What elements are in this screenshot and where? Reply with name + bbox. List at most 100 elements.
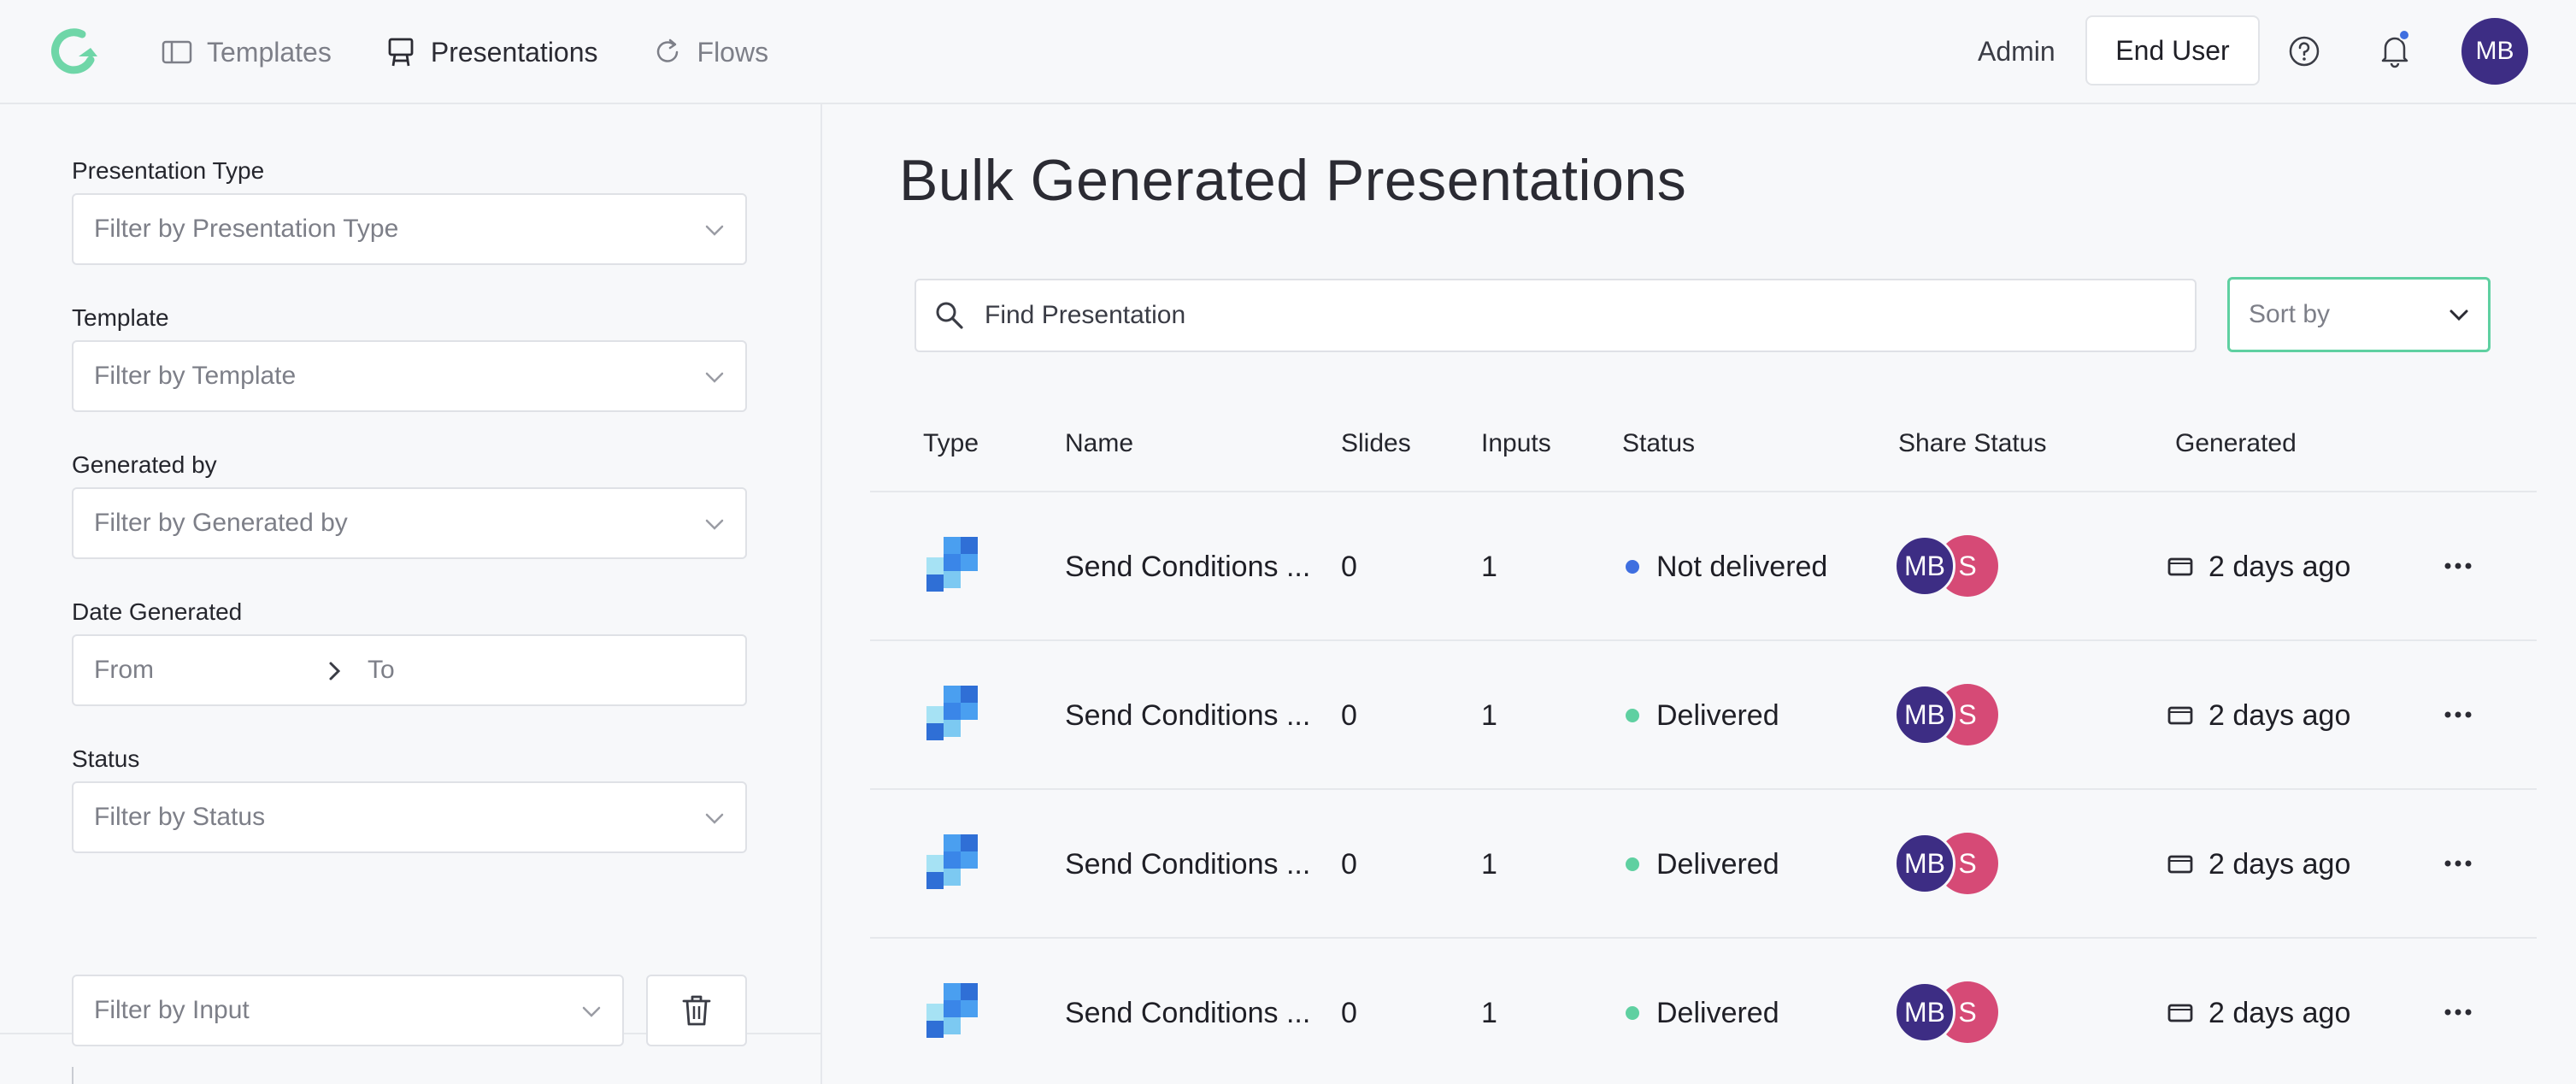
share-avatar-primary: MB [1894,535,1956,597]
status-dot [1626,560,1639,574]
template-select[interactable]: Filter by Template [72,340,747,412]
user-avatar[interactable]: MB [2461,18,2528,85]
search-icon [936,302,963,329]
column-header-slides[interactable]: Slides [1341,429,1411,458]
share-avatar-primary: MB [1894,833,1956,894]
more-options-icon[interactable] [2441,851,2475,875]
end-user-button[interactable]: End User [2085,15,2260,85]
table-row[interactable]: Send Conditions ... 0 1 Delivered MB S 2… [870,937,2537,1084]
sort-label: Sort by [2249,300,2331,328]
share-avatar-primary: MB [1894,981,1956,1043]
row-name[interactable]: Send Conditions ... [1065,641,1310,790]
row-generated-label: 2 days ago [2208,550,2351,583]
trash-icon [682,995,711,1026]
refresh-icon [656,38,678,62]
row-generated: 2 days ago [2167,939,2350,1084]
date-to-field[interactable]: To [368,636,395,704]
calendar-icon [2167,557,2193,576]
column-header-status[interactable]: Status [1622,429,1695,458]
input-filter-placeholder: Filter by Input [94,996,250,1024]
date-range-picker[interactable]: From To [72,634,747,706]
row-name[interactable]: Send Conditions ... [1065,790,1310,939]
generated-by-label: Generated by [72,451,217,478]
calendar-icon [2167,706,2193,725]
share-avatar-primary: MB [1894,684,1956,745]
bulk-presentation-type-icon [926,983,978,1038]
column-header-name[interactable]: Name [1065,429,1133,458]
status-dot [1626,1006,1639,1020]
app-logo-icon[interactable] [48,26,103,77]
row-name[interactable]: Send Conditions ... [1065,939,1310,1084]
row-inputs: 1 [1481,550,1497,583]
nav-flows-label: Flows [697,36,769,68]
row-status-label: Delivered [1656,847,1779,881]
status-label: Status [72,745,140,772]
delete-filter-button[interactable] [646,975,747,1046]
generated-by-select[interactable]: Filter by Generated by [72,487,747,559]
date-generated-label: Date Generated [72,598,243,625]
row-status-label: Delivered [1656,698,1779,732]
main-nav: Templates Presentations Flows [161,0,821,104]
status-dot [1626,857,1639,871]
row-inputs: 1 [1481,698,1497,732]
bulk-presentation-type-icon [926,686,978,740]
row-generated-label: 2 days ago [2208,996,2351,1029]
arrow-right-icon [329,662,341,680]
input-filter-select[interactable]: Filter by Input [72,975,624,1046]
row-inputs: 1 [1481,847,1497,881]
sort-select[interactable]: Sort by [2227,277,2491,352]
search-box[interactable] [915,279,2197,352]
sidebar-scroll-stub [72,1067,74,1084]
table-row[interactable]: Send Conditions ... 0 1 Delivered MB S 2… [870,788,2537,937]
admin-link[interactable]: Admin [1978,36,2056,68]
row-slides: 0 [1341,550,1357,583]
presentation-type-placeholder: Filter by Presentation Type [94,215,399,243]
search-input[interactable] [985,280,2181,351]
sidebar-panel-icon [162,40,192,64]
row-generated: 2 days ago [2167,790,2350,939]
row-generated: 2 days ago [2167,641,2350,790]
status-placeholder: Filter by Status [94,803,266,831]
nav-templates[interactable]: Templates [161,0,332,104]
status-dot [1626,709,1639,722]
row-status: Delivered [1626,641,1779,790]
column-header-type: Type [923,429,979,457]
filter-sidebar: Presentation Type Filter by Presentation… [0,104,822,1084]
top-bar: Templates Presentations Flows Admin End … [0,0,2576,104]
nav-presentations[interactable]: Presentations [385,0,598,104]
more-options-icon[interactable] [2441,1000,2475,1024]
notification-dot [2398,29,2410,41]
page-title: Bulk Generated Presentations [899,148,1687,213]
row-status: Delivered [1626,790,1779,939]
status-select[interactable]: Filter by Status [72,781,747,853]
row-generated-label: 2 days ago [2208,698,2351,732]
more-options-icon[interactable] [2441,554,2475,578]
row-status: Delivered [1626,939,1779,1084]
bulk-presentation-type-icon [926,834,978,889]
chevron-down-icon [705,372,724,383]
table-row[interactable]: Send Conditions ... 0 1 Not delivered MB… [870,491,2537,639]
date-from-field[interactable]: From [94,656,154,685]
row-slides: 0 [1341,698,1357,732]
row-status-label: Delivered [1656,996,1779,1029]
nav-presentations-label: Presentations [430,36,598,68]
chevron-down-icon [705,813,724,824]
row-inputs: 1 [1481,996,1497,1029]
column-header-share-status[interactable]: Share Status [1898,429,2046,458]
template-placeholder: Filter by Template [94,362,297,390]
row-status: Not delivered [1626,492,1827,641]
nav-flows[interactable]: Flows [651,0,769,104]
chevron-down-icon [705,225,724,236]
presentation-type-select[interactable]: Filter by Presentation Type [72,193,747,265]
row-status-label: Not delivered [1656,550,1828,583]
row-slides: 0 [1341,996,1357,1029]
chevron-down-icon [705,519,724,530]
table-row[interactable]: Send Conditions ... 0 1 Delivered MB S 2… [870,639,2537,788]
more-options-icon[interactable] [2441,703,2475,727]
help-icon[interactable] [2287,34,2321,68]
column-header-inputs[interactable]: Inputs [1481,429,1551,458]
nav-templates-label: Templates [207,36,332,68]
column-header-generated[interactable]: Generated [2175,429,2297,458]
row-generated: 2 days ago [2167,492,2350,641]
row-name[interactable]: Send Conditions ... [1065,492,1310,641]
